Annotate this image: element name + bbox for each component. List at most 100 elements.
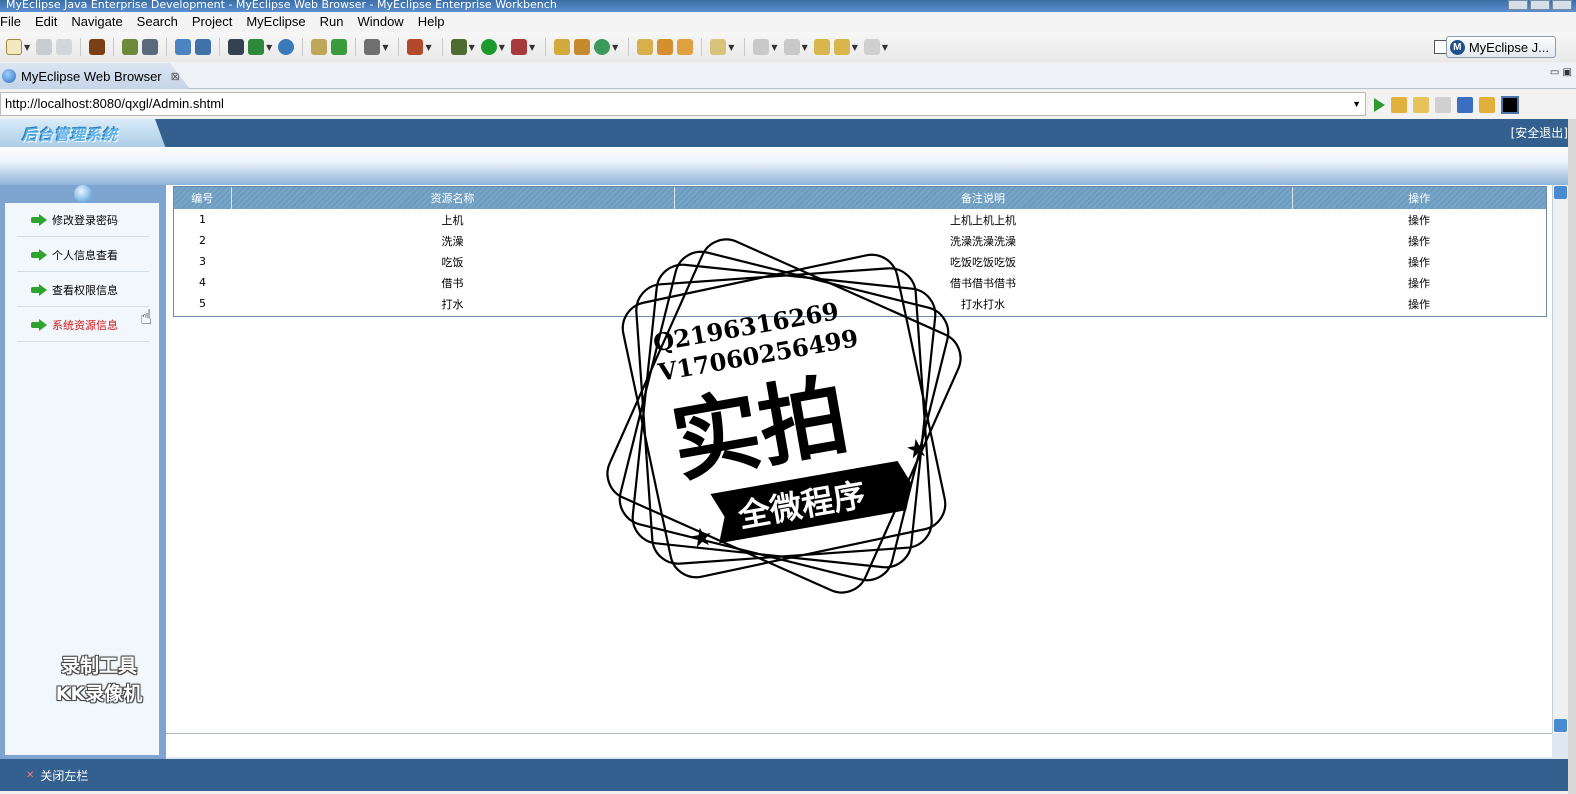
- back-icon[interactable]: [1413, 97, 1429, 113]
- new-icon[interactable]: [6, 39, 22, 55]
- open-task-icon[interactable]: [677, 39, 694, 55]
- sidebar-item-label: 个人信息查看: [52, 248, 118, 262]
- forward-icon[interactable]: [863, 39, 880, 55]
- menu-project[interactable]: Project: [185, 12, 239, 32]
- chevron-down-icon[interactable]: ▼: [771, 43, 777, 52]
- refresh-icon[interactable]: [594, 39, 611, 55]
- sidebar-item-permissions[interactable]: 查看权限信息: [17, 273, 149, 307]
- chevron-down-icon[interactable]: ▼: [382, 43, 388, 52]
- action-link[interactable]: 操作: [1292, 209, 1546, 230]
- chevron-down-icon[interactable]: ▼: [529, 43, 535, 52]
- tab-web-browser[interactable]: MyEclipse Web Browser ⊠: [0, 63, 190, 89]
- action-link[interactable]: 操作: [1292, 251, 1546, 272]
- chevron-down-icon[interactable]: ▼: [728, 43, 734, 52]
- table-row: 3 吃饭 吃饭吃饭吃饭 操作: [174, 251, 1546, 272]
- run-server-icon[interactable]: [248, 39, 265, 55]
- logout-link[interactable]: [安全退出]: [1511, 124, 1568, 141]
- package-icon[interactable]: [89, 39, 106, 55]
- menu-myeclipse[interactable]: MyEclipse: [239, 12, 312, 32]
- add-icon[interactable]: [331, 39, 348, 55]
- edit-icon[interactable]: [175, 39, 192, 55]
- cell-name: 吃饭: [441, 255, 464, 269]
- save-icon[interactable]: [36, 39, 53, 55]
- maximize-button[interactable]: [1530, 0, 1550, 10]
- menu-search[interactable]: Search: [130, 12, 185, 32]
- globe-icon[interactable]: [278, 39, 295, 55]
- chevron-down-icon[interactable]: ▼: [24, 43, 30, 52]
- chevron-down-icon[interactable]: ▼: [499, 43, 505, 52]
- refresh-icon[interactable]: [1479, 97, 1495, 113]
- chevron-down-icon[interactable]: ▼: [612, 43, 618, 52]
- vertical-scrollbar[interactable]: [1552, 185, 1568, 733]
- content-footer: [166, 733, 1552, 757]
- close-button[interactable]: [1552, 0, 1572, 10]
- menu-run[interactable]: Run: [313, 12, 351, 32]
- new-package-icon[interactable]: [574, 39, 591, 55]
- column-header-name: 资源名称: [231, 187, 675, 209]
- go-icon[interactable]: [1374, 98, 1385, 112]
- site-header: 后台管理系统 [安全退出]: [0, 119, 1568, 149]
- chevron-down-icon[interactable]: ▼: [802, 43, 808, 52]
- column-header-id: 编号: [174, 187, 232, 209]
- print-icon[interactable]: [56, 39, 73, 55]
- close-sidebar-bar[interactable]: ✕ 关闭左栏: [0, 759, 1568, 791]
- chevron-down-icon[interactable]: ▼: [852, 43, 858, 52]
- window-right-edge: [1568, 119, 1576, 794]
- camera-icon[interactable]: [364, 39, 381, 55]
- hand-cursor-icon: ☝: [140, 305, 153, 329]
- myeclipse-logo-icon: M: [1449, 39, 1465, 55]
- close-icon[interactable]: ⊠: [171, 70, 180, 83]
- chevron-down-icon[interactable]: ▼: [425, 43, 431, 52]
- toolbar-separator: [80, 38, 82, 56]
- view-source-icon[interactable]: [1501, 96, 1519, 114]
- sidebar-item-label: 查看权限信息: [52, 283, 118, 297]
- url-input[interactable]: http://localhost:8080/qxgl/Admin.shtml ▼: [0, 92, 1366, 116]
- perspective-switcher[interactable]: M MyEclipse J...: [1445, 36, 1556, 58]
- favorites-icon[interactable]: [1391, 97, 1407, 113]
- menu-file[interactable]: File: [0, 12, 28, 32]
- open-type-icon[interactable]: [637, 39, 654, 55]
- prev-annotation-icon[interactable]: [783, 39, 800, 55]
- sidebar-item-change-password[interactable]: 修改登录密码: [17, 203, 149, 237]
- recorder-watermark: 录制工具 KK录像机: [32, 652, 166, 708]
- menu-navigate[interactable]: Navigate: [64, 12, 129, 32]
- chevron-down-icon[interactable]: ▼: [882, 43, 888, 52]
- bug-icon[interactable]: [450, 39, 467, 55]
- menu-edit[interactable]: Edit: [28, 12, 64, 32]
- forward-icon[interactable]: [1435, 97, 1451, 113]
- chevron-down-icon[interactable]: ▼: [469, 43, 475, 52]
- run-icon[interactable]: [480, 39, 497, 55]
- chevron-down-icon[interactable]: ▼: [1352, 93, 1361, 115]
- folder-icon[interactable]: [710, 39, 727, 55]
- action-link[interactable]: 操作: [1292, 230, 1546, 251]
- open-folder-icon[interactable]: [311, 39, 328, 55]
- back-icon[interactable]: [833, 39, 850, 55]
- search-file-icon[interactable]: [195, 39, 212, 55]
- next-annotation-icon[interactable]: [753, 39, 770, 55]
- deploy-icon[interactable]: [228, 39, 245, 55]
- menu-help[interactable]: Help: [411, 12, 452, 32]
- cell-id: 3: [199, 255, 206, 268]
- new-class-icon[interactable]: [554, 39, 571, 55]
- external-tools-icon[interactable]: [510, 39, 527, 55]
- sidebar-item-system-resources[interactable]: 系统资源信息: [17, 308, 149, 342]
- sidebar-item-label: 系统资源信息: [52, 318, 118, 332]
- stop-icon[interactable]: [1457, 97, 1473, 113]
- rocket-icon[interactable]: [657, 39, 674, 55]
- minimize-button[interactable]: [1508, 0, 1528, 10]
- sidebar-item-personal-info[interactable]: 个人信息查看: [17, 238, 149, 272]
- tool-icon[interactable]: [407, 39, 424, 55]
- action-link[interactable]: 操作: [1292, 272, 1546, 293]
- scroll-down-icon[interactable]: [1554, 719, 1567, 732]
- perspective-label: MyEclipse J...: [1468, 39, 1549, 55]
- minimize-maximize-icon[interactable]: ▭ ▣: [1550, 67, 1572, 78]
- globe-icon: [2, 69, 16, 83]
- last-edit-icon[interactable]: [813, 39, 830, 55]
- menu-window[interactable]: Window: [350, 12, 410, 32]
- table-row: 5 打水 打水打水 操作: [174, 293, 1546, 314]
- server-icon[interactable]: [142, 39, 159, 55]
- action-link[interactable]: 操作: [1292, 293, 1546, 314]
- chevron-down-icon[interactable]: ▼: [266, 43, 272, 52]
- debug-icon[interactable]: [122, 39, 139, 55]
- scroll-up-icon[interactable]: [1554, 186, 1567, 199]
